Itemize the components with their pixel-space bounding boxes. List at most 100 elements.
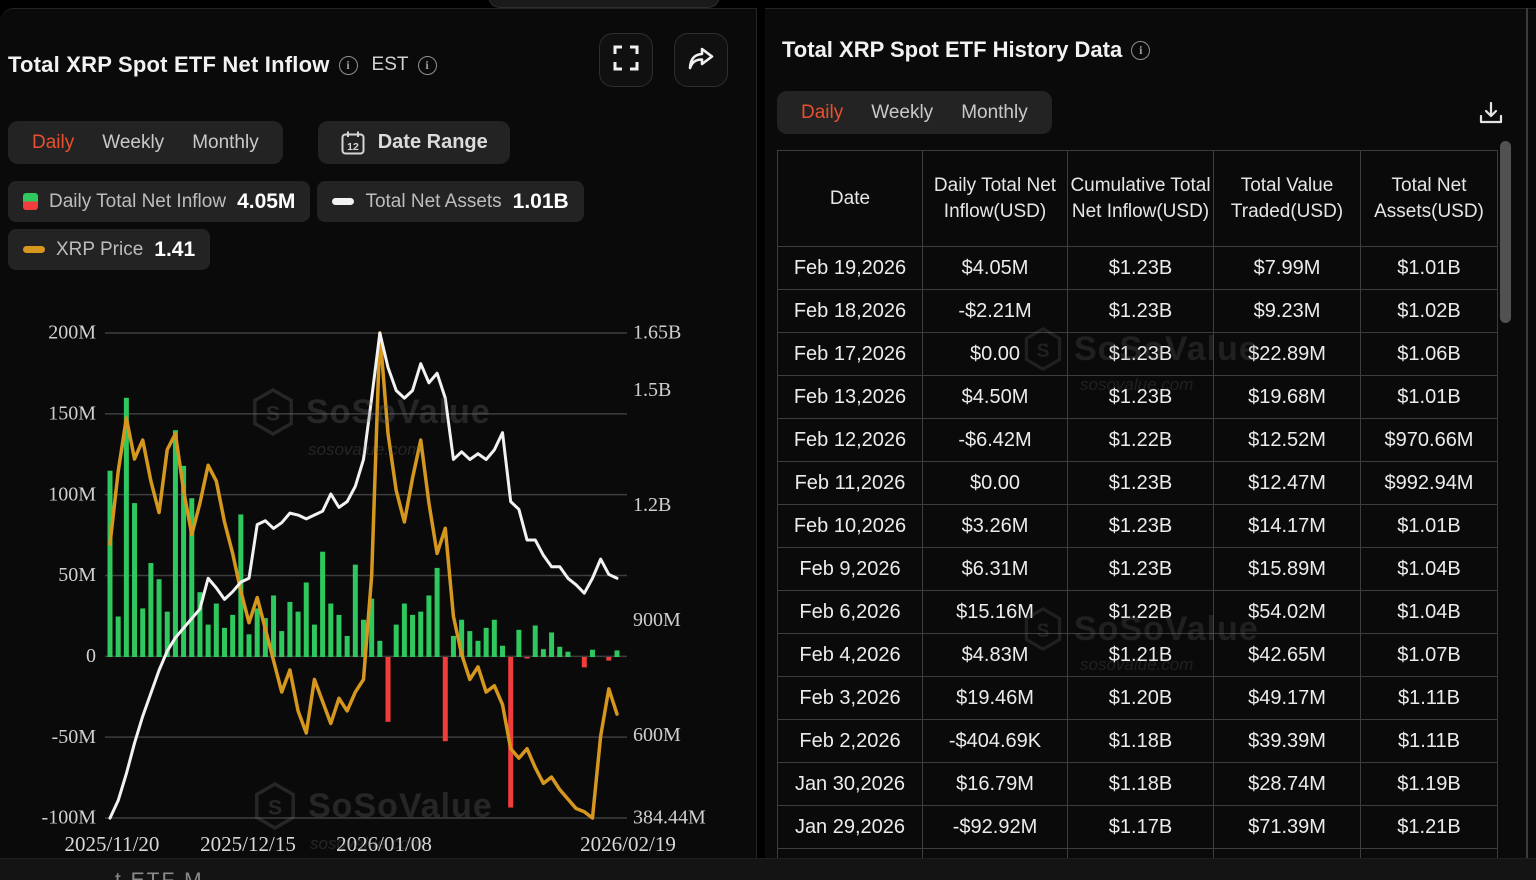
inflow-bar	[320, 552, 325, 657]
table-header-row: DateDaily Total Net Inflow(USD)Cumulativ…	[778, 151, 1498, 247]
column-header: Daily Total Net Inflow(USD)	[923, 151, 1068, 247]
inflow-bar	[418, 612, 423, 657]
x-axis-tick: 2025/11/20	[65, 832, 160, 856]
column-header: Date	[778, 151, 923, 247]
cell-cumulative-inflow: $1.23B	[1068, 290, 1214, 333]
top-partial-toolbar	[488, 0, 720, 8]
cell-date: Feb 9,2026	[778, 548, 923, 591]
info-icon[interactable]: i	[1131, 41, 1150, 60]
history-table-body: Feb 19,2026$4.05M$1.23B$7.99M$1.01BFeb 1…	[778, 247, 1498, 880]
inflow-bar	[345, 636, 350, 657]
y-axis-left-tick: 50M	[58, 564, 96, 586]
inflow-bar	[132, 503, 137, 657]
inflow-bar	[108, 471, 113, 657]
cell-net-assets: $1.21B	[1361, 806, 1498, 849]
outflow-bar	[443, 657, 448, 741]
inflow-bar	[549, 632, 554, 657]
inflow-bar	[222, 628, 227, 657]
outflow-bar	[606, 657, 611, 661]
inflow-bar	[148, 563, 153, 657]
cell-date: Feb 17,2026	[778, 333, 923, 376]
cell-value-traded: $19.68M	[1214, 376, 1361, 419]
table-row: Feb 11,2026$0.00$1.23B$12.47M$992.94M	[778, 462, 1498, 505]
clipped-text-fragment: t ETF M	[115, 869, 204, 880]
column-header: Total Net Assets(USD)	[1361, 151, 1498, 247]
inflow-bar	[467, 631, 472, 657]
y-axis-right-tick: 1.65B	[633, 322, 681, 344]
cell-net-assets: $970.66M	[1361, 419, 1498, 462]
inflow-bar	[557, 647, 562, 657]
table-row: Feb 6,2026$15.16M$1.22B$54.02M$1.04B	[778, 591, 1498, 634]
cell-value-traded: $54.02M	[1214, 591, 1361, 634]
cell-net-assets: $1.01B	[1361, 505, 1498, 548]
table-period-tabs: DailyWeeklyMonthly	[777, 91, 1052, 134]
inflow-bar	[116, 617, 121, 658]
y-axis-left-tick: 0	[86, 645, 96, 667]
app-window: Total XRP Spot ETF Net Inflow i EST i	[0, 0, 1536, 880]
cell-date: Feb 6,2026	[778, 591, 923, 634]
cell-cumulative-inflow: $1.23B	[1068, 548, 1214, 591]
inflow-bar	[206, 625, 211, 657]
cell-net-assets: $1.01B	[1361, 247, 1498, 290]
cell-cumulative-inflow: $1.20B	[1068, 677, 1214, 720]
table-row: Feb 2,2026-$404.69K$1.18B$39.39M$1.11B	[778, 720, 1498, 763]
inflow-bar	[312, 625, 317, 657]
inflow-bar	[296, 612, 301, 657]
cell-daily-inflow: -$92.92M	[923, 806, 1068, 849]
cell-date: Feb 10,2026	[778, 505, 923, 548]
table-tab-weekly[interactable]: Weekly	[857, 102, 947, 124]
cell-daily-inflow: $16.79M	[923, 763, 1068, 806]
cell-daily-inflow: $19.46M	[923, 677, 1068, 720]
y-axis-right-tick: 1.5B	[633, 379, 671, 401]
inflow-bar	[214, 604, 219, 657]
cell-cumulative-inflow: $1.23B	[1068, 462, 1214, 505]
next-section-partial: t ETF M	[0, 858, 1536, 880]
x-axis-tick: 2026/01/08	[336, 832, 432, 856]
table-scrollbar[interactable]	[1500, 141, 1511, 323]
inflow-bar	[377, 641, 382, 657]
cell-daily-inflow: $4.83M	[923, 634, 1068, 677]
cell-cumulative-inflow: $1.18B	[1068, 720, 1214, 763]
table-tab-monthly[interactable]: Monthly	[947, 102, 1042, 124]
inflow-bar	[173, 430, 178, 657]
net-inflow-chart[interactable]: 200M150M100M50M0-50M-100M1.65B1.5B1.2B90…	[0, 9, 757, 880]
cell-net-assets: $1.04B	[1361, 591, 1498, 634]
inflow-bar	[426, 595, 431, 657]
inflow-bar	[516, 630, 521, 657]
cell-cumulative-inflow: $1.21B	[1068, 634, 1214, 677]
table-title: Total XRP Spot ETF History Data	[782, 37, 1122, 63]
cell-net-assets: $1.07B	[1361, 634, 1498, 677]
inflow-bar	[541, 649, 546, 657]
y-axis-left-tick: -50M	[52, 726, 97, 748]
cell-date: Feb 13,2026	[778, 376, 923, 419]
cell-value-traded: $14.17M	[1214, 505, 1361, 548]
table-tab-daily[interactable]: Daily	[787, 102, 857, 124]
inflow-bar	[230, 615, 235, 657]
column-header: Total Value Traded(USD)	[1214, 151, 1361, 247]
y-axis-left-tick: 150M	[48, 402, 96, 424]
cell-value-traded: $49.17M	[1214, 677, 1361, 720]
table-row: Feb 18,2026-$2.21M$1.23B$9.23M$1.02B	[778, 290, 1498, 333]
inflow-bar	[435, 568, 440, 657]
table-row: Feb 4,2026$4.83M$1.21B$42.65M$1.07B	[778, 634, 1498, 677]
x-axis-tick: 2025/12/15	[200, 832, 296, 856]
download-button[interactable]	[1471, 95, 1511, 135]
inflow-bar	[615, 650, 620, 657]
cell-cumulative-inflow: $1.22B	[1068, 419, 1214, 462]
cell-date: Feb 3,2026	[778, 677, 923, 720]
inflow-bar	[475, 641, 480, 657]
y-axis-right-tick: 600M	[633, 724, 681, 746]
cell-value-traded: $7.99M	[1214, 247, 1361, 290]
history-table-head: DateDaily Total Net Inflow(USD)Cumulativ…	[778, 151, 1498, 247]
cell-date: Feb 11,2026	[778, 462, 923, 505]
cell-date: Feb 2,2026	[778, 720, 923, 763]
inflow-bar	[533, 625, 538, 657]
history-table[interactable]: DateDaily Total Net Inflow(USD)Cumulativ…	[777, 150, 1498, 880]
cell-value-traded: $28.74M	[1214, 763, 1361, 806]
cell-net-assets: $1.01B	[1361, 376, 1498, 419]
inflow-bar	[304, 582, 309, 657]
inflow-bar	[500, 646, 505, 657]
inflow-bar	[353, 565, 358, 657]
cell-net-assets: $1.06B	[1361, 333, 1498, 376]
cell-date: Feb 4,2026	[778, 634, 923, 677]
